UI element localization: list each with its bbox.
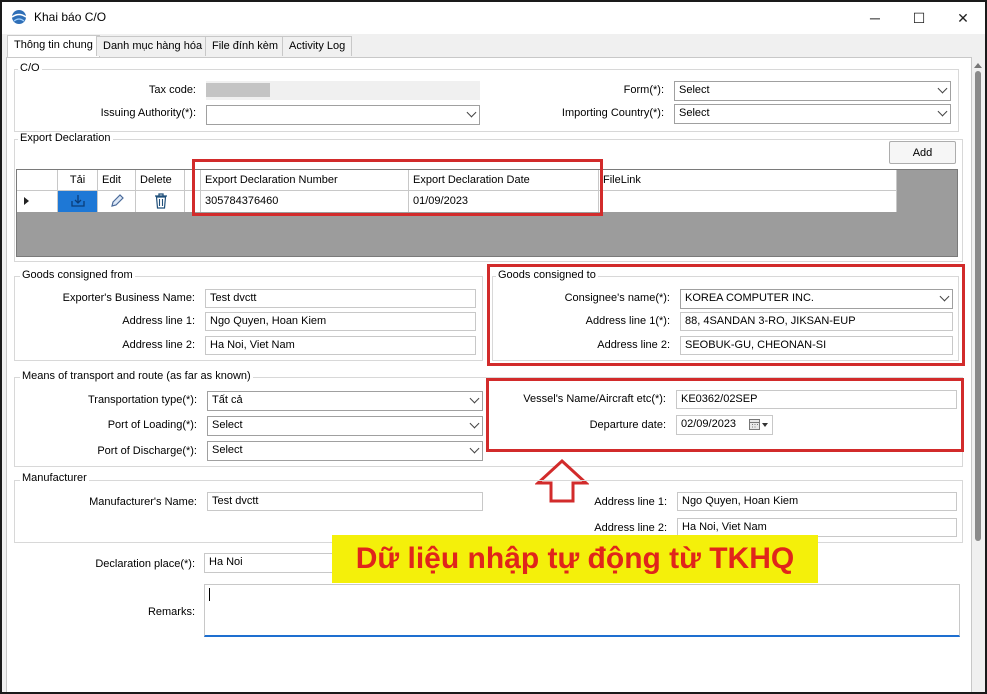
edit-cell[interactable] (98, 191, 136, 212)
port-loading-select[interactable]: Select (207, 416, 483, 436)
issuing-authority-label: Issuing Authority(*): (100, 107, 196, 119)
vessel-highlight-box (486, 378, 964, 452)
add-declaration-button[interactable]: Add (889, 141, 956, 164)
importing-country-select[interactable]: Select (674, 104, 951, 124)
form-select[interactable]: Select (674, 81, 951, 101)
download-cell[interactable] (58, 191, 98, 212)
form-label: Form(*): (623, 84, 664, 96)
scrollbar-thumb[interactable] (975, 71, 981, 541)
exporter-name-label: Exporter's Business Name: (62, 292, 195, 304)
trash-icon (155, 193, 167, 209)
chevron-down-icon (937, 106, 948, 117)
chevron-down-icon (469, 418, 480, 429)
port-loading-label: Port of Loading(*): (107, 419, 197, 431)
delete-cell[interactable] (136, 191, 185, 212)
pencil-icon (111, 194, 124, 207)
text-cursor (209, 588, 210, 601)
port-discharge-label: Port of Discharge(*): (97, 445, 197, 457)
port-discharge-value: Select (212, 444, 243, 456)
port-loading-value: Select (212, 419, 243, 431)
co-group-label: C/O (18, 62, 42, 74)
download-icon (71, 195, 85, 207)
form-select-value: Select (679, 84, 710, 96)
tab-activity-log[interactable]: Activity Log (282, 36, 353, 56)
tab-general-info[interactable]: Thông tin chung (7, 35, 100, 57)
filelink-cell[interactable] (599, 191, 897, 212)
chevron-down-icon (469, 443, 480, 454)
transport-type-select[interactable]: Tất cả (207, 391, 483, 411)
column-header-delete[interactable]: Delete (136, 170, 185, 191)
chevron-down-icon (466, 107, 477, 118)
manufacturer-address1-label: Address line 1: (594, 496, 667, 508)
declaration-highlight-box (192, 159, 603, 216)
tab-goods-list[interactable]: Danh mục hàng hóa (96, 36, 210, 56)
declaration-place-label: Declaration place(*): (95, 558, 195, 570)
manufacturer-address2-label: Address line 2: (594, 522, 667, 534)
manufacturer-name-field[interactable]: Test dvctt (207, 492, 483, 511)
remarks-label: Remarks: (147, 606, 195, 618)
from-address2-field[interactable]: Ha Noi, Viet Nam (205, 336, 476, 355)
goods-from-label: Goods consigned from (20, 269, 135, 281)
co-declaration-window: Khai báo C/O ─ ☐ ✕ Thông tin chung Danh … (0, 0, 987, 694)
close-button[interactable]: ✕ (941, 2, 985, 34)
transport-type-value: Tất cả (212, 394, 243, 406)
chevron-down-icon (469, 393, 480, 404)
auto-import-annotation: Dữ liệu nhập tự động từ TKHQ (332, 535, 818, 583)
column-header-filelink[interactable]: FileLink (599, 170, 897, 191)
window-title: Khai báo C/O (34, 10, 107, 24)
grid-row-header-corner (17, 170, 58, 191)
transport-type-label: Transportation type(*): (87, 394, 197, 406)
maximize-button[interactable]: ☐ (897, 2, 941, 34)
importing-country-value: Select (679, 107, 710, 119)
row-arrow-icon (24, 197, 29, 205)
chevron-down-icon (937, 83, 948, 94)
title-bar: Khai báo C/O ─ ☐ ✕ (2, 2, 985, 34)
tax-code-redacted (206, 83, 270, 97)
app-icon (11, 9, 27, 25)
remarks-textarea[interactable] (204, 584, 960, 637)
column-header-edit[interactable]: Edit (98, 170, 136, 191)
port-discharge-select[interactable]: Select (207, 441, 483, 461)
scroll-up-icon[interactable] (974, 63, 982, 68)
from-address1-label: Address line 1: (122, 315, 195, 327)
declaration-place-field[interactable]: Ha Noi (204, 553, 344, 573)
issuing-authority-select[interactable] (206, 105, 480, 125)
row-selector[interactable] (17, 191, 58, 212)
manufacturer-address1-field[interactable]: Ngo Quyen, Hoan Kiem (677, 492, 957, 511)
column-header-download[interactable]: Tải (58, 170, 98, 191)
tax-code-label: Tax code: (148, 84, 196, 96)
export-declaration-label: Export Declaration (18, 132, 113, 144)
vertical-scrollbar[interactable] (972, 57, 984, 692)
manufacturer-group-label: Manufacturer (20, 472, 89, 484)
transport-group-label: Means of transport and route (as far as … (20, 370, 253, 382)
manufacturer-name-label: Manufacturer's Name: (89, 496, 197, 508)
tax-code-field[interactable] (206, 81, 480, 100)
importing-country-label: Importing Country(*): (561, 107, 664, 119)
consignee-highlight-box (487, 264, 965, 366)
tab-attachments[interactable]: File đính kèm (205, 36, 286, 56)
from-address2-label: Address line 2: (122, 339, 195, 351)
exporter-name-field[interactable]: Test dvctt (205, 289, 476, 308)
minimize-button[interactable]: ─ (853, 2, 897, 34)
from-address1-field[interactable]: Ngo Quyen, Hoan Kiem (205, 312, 476, 331)
